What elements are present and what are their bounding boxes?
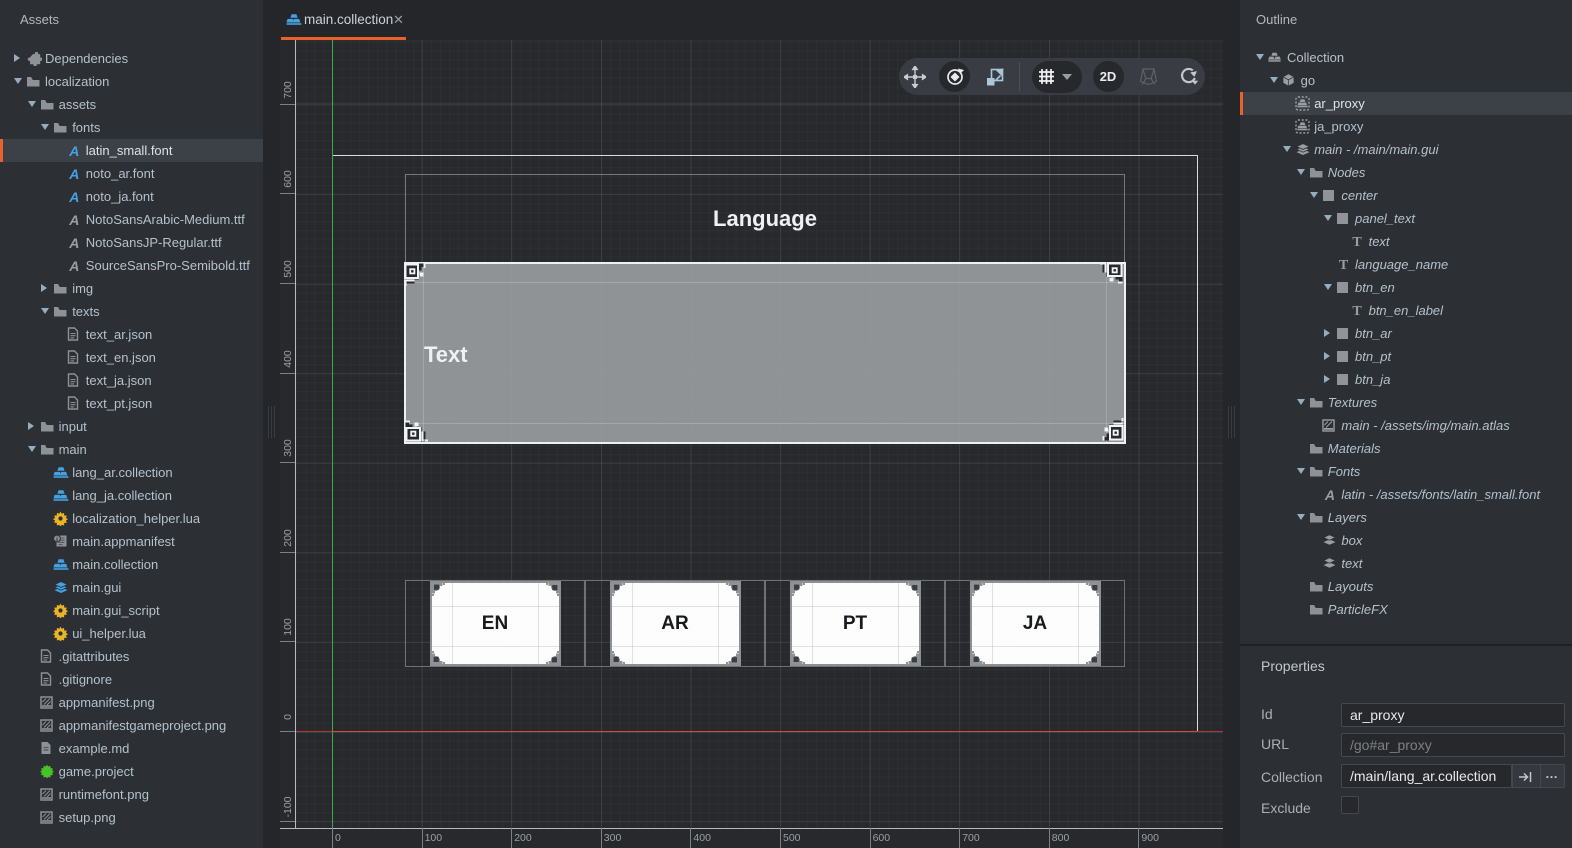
svg-text:i: i [56, 536, 58, 543]
